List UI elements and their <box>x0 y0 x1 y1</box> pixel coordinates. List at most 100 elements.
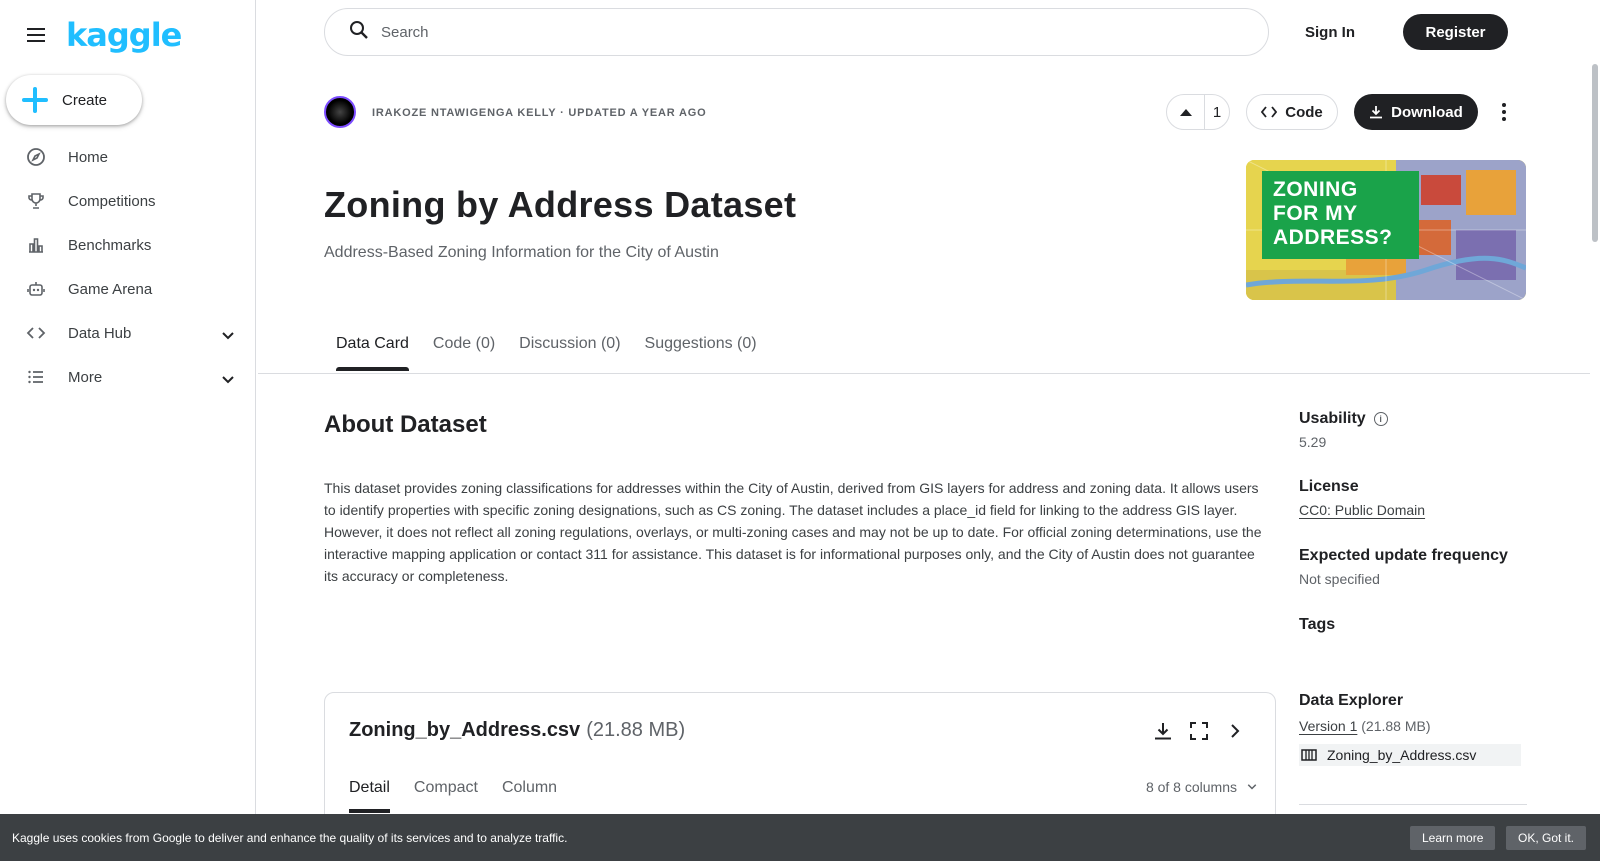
chevron-down-icon[interactable] <box>222 327 234 345</box>
thumbnail-text: ZONING FOR MY ADDRESS? <box>1273 178 1393 250</box>
file-name: Zoning_by_Address.csv <box>349 719 581 741</box>
usability-value: 5.29 <box>1299 434 1327 450</box>
code-button[interactable]: Code <box>1246 94 1338 130</box>
sidebar-nav: Home Competitions Benchmarks Game Arena … <box>0 135 256 399</box>
plus-icon <box>22 87 48 113</box>
tab-compact[interactable]: Compact <box>414 779 478 813</box>
sidebar-item-label: Home <box>68 148 109 166</box>
upvote-button[interactable] <box>1167 95 1205 129</box>
dataset-tabs: Data Card Code (0) Discussion (0) Sugges… <box>324 335 769 373</box>
explorer-divider <box>1299 804 1527 805</box>
explorer-file-name: Zoning_by_Address.csv <box>1327 747 1477 763</box>
sidebar-item-label: Competitions <box>68 192 156 210</box>
sign-in-link[interactable]: Sign In <box>1297 20 1363 45</box>
vote-widget: 1 <box>1166 94 1230 130</box>
tags-label: Tags <box>1299 616 1336 633</box>
version-size: (21.88 MB) <box>1361 718 1431 734</box>
sidebar-item-home[interactable]: Home <box>0 135 256 179</box>
author-line: IRAKOZE NTAWIGENGA KELLY · UPDATED A YEA… <box>372 107 707 119</box>
usability-label: Usability <box>1299 410 1366 427</box>
license-link[interactable]: CC0: Public Domain <box>1299 502 1529 518</box>
hamburger-menu-icon[interactable] <box>24 23 48 47</box>
sidebar-item-label: Data Hub <box>68 324 132 342</box>
bar-chart-icon <box>26 235 46 255</box>
sidebar-item-game-arena[interactable]: Game Arena <box>0 267 256 311</box>
create-button[interactable]: Create <box>6 75 142 125</box>
download-button-label: Download <box>1391 103 1463 121</box>
scrollbar-thumb[interactable] <box>1592 64 1598 242</box>
tab-column[interactable]: Column <box>502 779 557 813</box>
sidebar-item-label: More <box>68 368 103 386</box>
cookie-text: Kaggle uses cookies from Google to deliv… <box>12 830 568 845</box>
code-button-label: Code <box>1285 103 1323 121</box>
usability-section: Usability i 5.29 <box>1299 410 1529 450</box>
list-icon <box>26 367 46 387</box>
thumbnail-line: ZONING <box>1273 178 1358 201</box>
table-icon <box>1301 749 1317 761</box>
file-size: (21.88 MB) <box>586 719 686 741</box>
tab-data-card[interactable]: Data Card <box>324 335 421 373</box>
avatar[interactable] <box>324 96 356 128</box>
columns-selector[interactable]: 8 of 8 columns <box>1146 779 1257 795</box>
version-row: Version 1 (21.88 MB) <box>1299 718 1529 734</box>
frequency-label: Expected update frequency <box>1299 547 1508 564</box>
ok-got-it-button[interactable]: OK, Got it. <box>1506 826 1587 850</box>
about-body: This dataset provides zoning classificat… <box>324 480 1262 584</box>
cookie-banner: Kaggle uses cookies from Google to deliv… <box>0 814 1600 861</box>
learn-more-button[interactable]: Learn more <box>1410 826 1496 850</box>
caret-up-icon <box>1179 109 1192 116</box>
download-icon[interactable] <box>1151 719 1175 743</box>
kaggle-logo[interactable]: kaggle <box>66 16 182 54</box>
sidebar-item-label: Benchmarks <box>68 236 152 254</box>
robot-icon <box>26 279 46 299</box>
license-label: License <box>1299 478 1359 495</box>
version-link[interactable]: Version 1 <box>1299 718 1357 734</box>
search-input[interactable] <box>381 23 1181 41</box>
thumbnail-line: FOR MY <box>1273 202 1358 225</box>
thumbnail-line: ADDRESS? <box>1273 226 1393 249</box>
sidebar-item-more[interactable]: More <box>0 355 256 399</box>
tab-detail[interactable]: Detail <box>349 779 390 813</box>
code-brackets-icon <box>26 323 46 343</box>
trophy-icon <box>26 191 46 211</box>
sidebar-top: kaggle <box>24 16 182 54</box>
file-preview-panel: Zoning_by_Address.csv (21.88 MB) Detail C… <box>324 692 1276 822</box>
create-label: Create <box>62 91 108 109</box>
about-heading: About Dataset <box>324 411 487 438</box>
frequency-section: Expected update frequency Not specified <box>1299 547 1529 587</box>
sidebar-item-competitions[interactable]: Competitions <box>0 179 256 223</box>
more-options-icon[interactable] <box>1492 98 1516 126</box>
file-view-tabs: Detail Compact Column <box>349 779 557 813</box>
sidebar: kaggle Create Home Competitions Benchmar… <box>0 0 256 861</box>
license-section: License CC0: Public Domain <box>1299 478 1529 518</box>
search-icon <box>349 20 369 45</box>
chevron-down-icon[interactable] <box>222 371 234 389</box>
page-title: Zoning by Address Dataset <box>324 184 797 225</box>
file-title: Zoning_by_Address.csv (21.88 MB) <box>349 719 685 742</box>
tab-discussion[interactable]: Discussion (0) <box>507 335 632 373</box>
tags-section: Tags <box>1299 616 1529 634</box>
tab-code[interactable]: Code (0) <box>421 335 507 373</box>
register-button[interactable]: Register <box>1403 14 1508 50</box>
file-actions <box>1151 719 1247 743</box>
columns-label: 8 of 8 columns <box>1145 779 1237 795</box>
chevron-down-icon <box>1247 784 1257 790</box>
dataset-thumbnail: ZONING FOR MY ADDRESS? <box>1246 160 1526 300</box>
tab-suggestions[interactable]: Suggestions (0) <box>633 335 769 373</box>
download-icon <box>1370 106 1383 119</box>
compass-icon <box>26 147 46 167</box>
data-explorer-section: Data Explorer Version 1 (21.88 MB) Zonin… <box>1299 692 1529 766</box>
code-brackets-icon <box>1261 106 1278 118</box>
explorer-file-item[interactable]: Zoning_by_Address.csv <box>1299 744 1521 766</box>
page-subtitle: Address-Based Zoning Information for the… <box>324 244 719 261</box>
sidebar-item-label: Game Arena <box>68 280 153 298</box>
info-icon[interactable]: i <box>1373 412 1388 426</box>
frequency-value: Not specified <box>1299 571 1380 587</box>
tabs-divider <box>258 373 1590 374</box>
fullscreen-icon[interactable] <box>1187 719 1211 743</box>
download-button[interactable]: Download <box>1354 94 1478 130</box>
chevron-right-icon[interactable] <box>1223 719 1247 743</box>
sidebar-item-data-hub[interactable]: Data Hub <box>0 311 256 355</box>
search-bar[interactable] <box>324 8 1269 56</box>
sidebar-item-benchmarks[interactable]: Benchmarks <box>0 223 256 267</box>
